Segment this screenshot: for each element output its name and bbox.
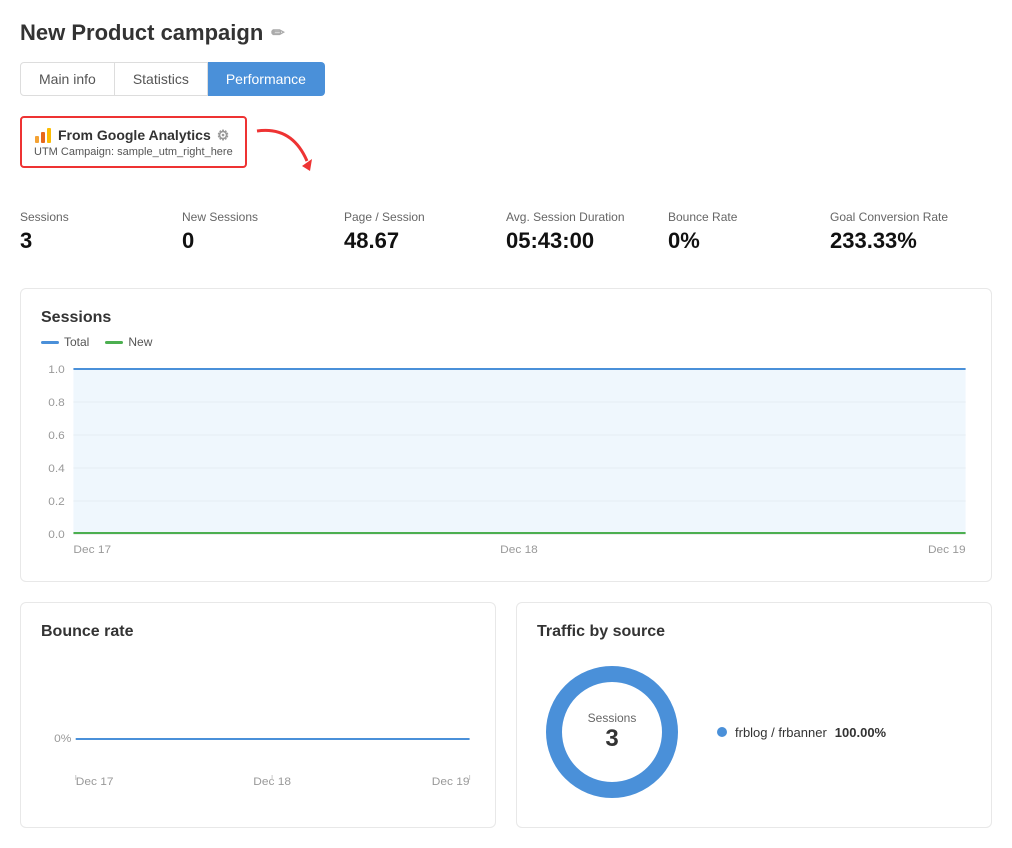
tabs-container: Main info Statistics Performance (20, 62, 992, 96)
metric-new-sessions: New Sessions 0 (182, 210, 344, 254)
svg-text:0.0: 0.0 (48, 529, 65, 541)
metric-label: Page / Session (344, 210, 486, 224)
analytics-label: From Google Analytics (58, 127, 211, 143)
tab-performance[interactable]: Performance (208, 62, 325, 96)
legend-total: Total (41, 335, 89, 349)
metric-value: 0% (668, 228, 810, 254)
page-title: New Product campaign ✏ (20, 20, 992, 46)
traffic-legend: frblog / frbanner 100.00% (717, 725, 886, 740)
bounce-chart-title: Bounce rate (41, 623, 475, 641)
metric-label: Goal Conversion Rate (830, 210, 972, 224)
svg-text:Dec 17: Dec 17 (73, 544, 111, 556)
metric-value: 233.33% (830, 228, 972, 254)
sessions-chart-title: Sessions (41, 309, 971, 327)
bounce-chart-area: 0% Dec 17 Dec 18 Dec 19 (41, 657, 475, 797)
metrics-row: Sessions 3 New Sessions 0 Page / Session… (20, 200, 992, 264)
sessions-chart-card: Sessions Total New 1.0 0.8 0.6 0.4 0.2 0… (20, 288, 992, 582)
metric-page-session: Page / Session 48.67 (344, 210, 506, 254)
svg-text:0.8: 0.8 (48, 397, 65, 409)
metric-value: 0 (182, 228, 324, 254)
metric-label: Bounce Rate (668, 210, 810, 224)
traffic-legend-pct: 100.00% (835, 725, 886, 740)
svg-text:0%: 0% (54, 733, 71, 745)
edit-icon[interactable]: ✏ (271, 23, 284, 43)
tab-main-info[interactable]: Main info (20, 62, 115, 96)
bottom-row: Bounce rate 0% Dec 17 Dec 18 Dec 19 Traf… (20, 602, 992, 828)
bounce-card: Bounce rate 0% Dec 17 Dec 18 Dec 19 (20, 602, 496, 828)
donut-center: Sessions 3 (588, 711, 637, 753)
legend-new-label: New (128, 335, 152, 349)
metric-value: 48.67 (344, 228, 486, 254)
traffic-legend-item: frblog / frbanner 100.00% (717, 725, 886, 740)
metric-avg-duration: Avg. Session Duration 05:43:00 (506, 210, 668, 254)
svg-text:Dec 18: Dec 18 (500, 544, 538, 556)
sessions-chart-legend: Total New (41, 335, 971, 349)
utm-label: UTM Campaign: (34, 146, 114, 158)
metric-label: Sessions (20, 210, 162, 224)
legend-new: New (105, 335, 152, 349)
traffic-content: Sessions 3 frblog / frbanner 100.00% (537, 657, 971, 807)
utm-value: sample_utm_right_here (117, 146, 233, 158)
metric-sessions: Sessions 3 (20, 210, 182, 254)
metric-bounce-rate: Bounce Rate 0% (668, 210, 830, 254)
legend-new-dot (105, 341, 123, 344)
metric-label: Avg. Session Duration (506, 210, 648, 224)
gear-icon[interactable]: ⚙ (217, 127, 230, 144)
legend-total-label: Total (64, 335, 89, 349)
svg-text:0.2: 0.2 (48, 496, 65, 508)
donut-container: Sessions 3 (537, 657, 687, 807)
traffic-legend-dot (717, 727, 727, 737)
donut-center-label: Sessions (588, 711, 637, 725)
sessions-chart-area: 1.0 0.8 0.6 0.4 0.2 0.0 Dec 17 Dec 18 De… (41, 361, 971, 561)
traffic-legend-label: frblog / frbanner (735, 725, 827, 740)
svg-text:0.6: 0.6 (48, 430, 65, 442)
svg-text:Dec 19: Dec 19 (432, 776, 470, 788)
metric-label: New Sessions (182, 210, 324, 224)
analytics-source-box: From Google Analytics ⚙ UTM Campaign: sa… (20, 116, 247, 168)
svg-text:1.0: 1.0 (48, 364, 65, 376)
legend-total-dot (41, 341, 59, 344)
donut-center-value: 3 (588, 725, 637, 753)
analytics-icon (34, 126, 52, 144)
svg-text:Dec 19: Dec 19 (928, 544, 966, 556)
metric-value: 3 (20, 228, 162, 254)
tab-statistics[interactable]: Statistics (115, 62, 208, 96)
svg-text:0.4: 0.4 (48, 463, 65, 475)
metric-goal-conversion: Goal Conversion Rate 233.33% (830, 210, 992, 254)
title-text: New Product campaign (20, 20, 263, 46)
traffic-card: Traffic by source Sessions 3 frblog / fr… (516, 602, 992, 828)
metric-value: 05:43:00 (506, 228, 648, 254)
svg-text:Dec 17: Dec 17 (76, 776, 114, 788)
traffic-chart-title: Traffic by source (537, 623, 971, 641)
arrow-annotation (252, 121, 322, 174)
